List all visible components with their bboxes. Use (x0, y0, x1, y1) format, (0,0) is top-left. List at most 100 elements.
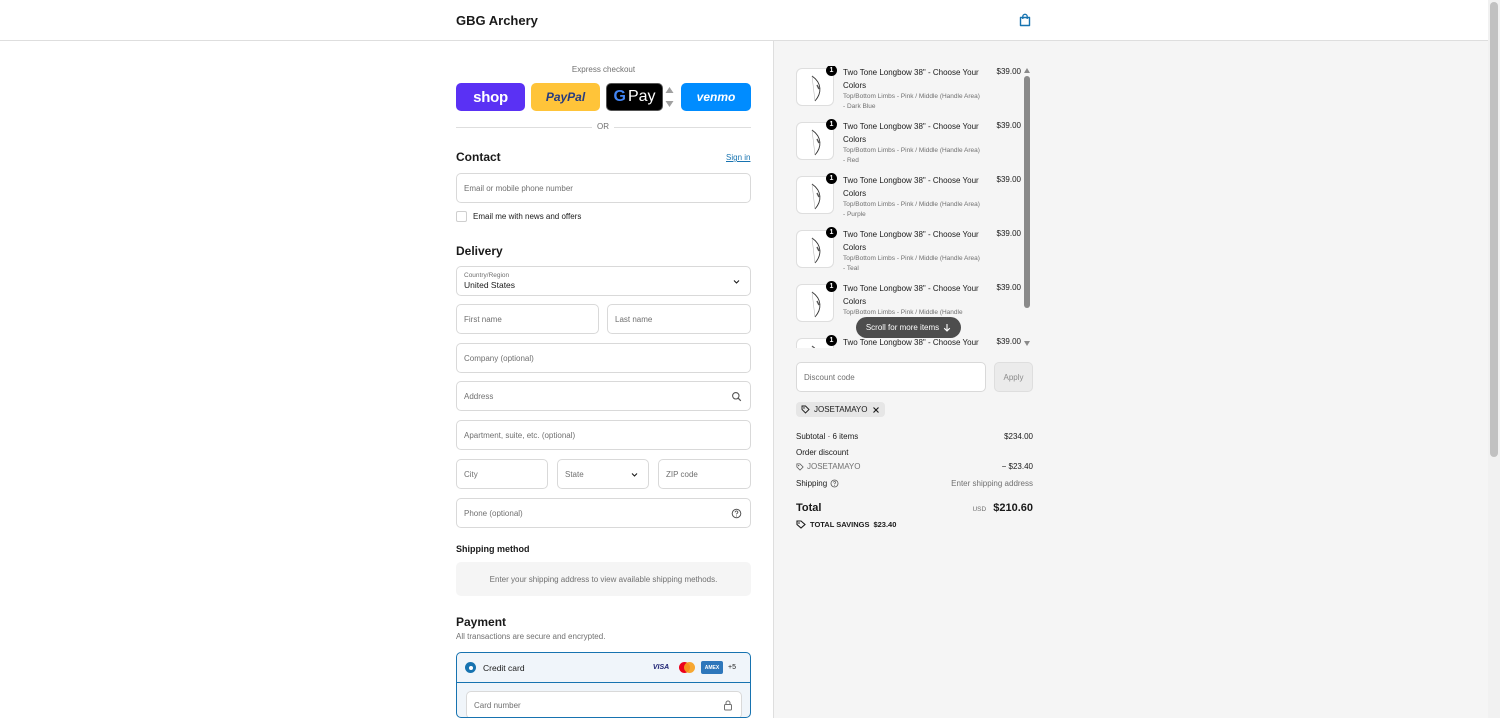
page-scrollbar-thumb[interactable] (1490, 2, 1498, 457)
product-title: Two Tone Longbow 38" - Choose Your Color… (843, 230, 979, 252)
product-title: Two Tone Longbow 38" - Choose Your Color… (843, 284, 979, 306)
first-name-field[interactable]: First name (456, 304, 599, 334)
state-select[interactable]: State (557, 459, 649, 489)
tag-icon (796, 462, 804, 471)
email-field[interactable]: Email or mobile phone number (456, 173, 751, 203)
or-label: OR (592, 122, 614, 131)
address-field[interactable]: Address (456, 381, 751, 411)
scroll-hint-label: Scroll for more items (865, 323, 940, 332)
help-circle-icon[interactable] (731, 508, 742, 519)
country-select[interactable]: Country/Region United States (456, 266, 751, 296)
google-pay-label: Pay (627, 88, 656, 105)
header: GBG Archery (0, 0, 1488, 41)
state-placeholder: State (565, 469, 584, 479)
product-price: $39.00 (996, 121, 1021, 130)
quantity-badge: 1 (826, 66, 837, 76)
currency-code: USD (972, 506, 987, 513)
shipping-method-title: Shipping method (456, 544, 530, 554)
total-label: Total (796, 502, 822, 514)
sign-in-link[interactable]: Sign in (726, 153, 750, 162)
payment-subtitle: All transactions are secure and encrypte… (456, 632, 606, 641)
google-g-icon: G (613, 88, 626, 105)
search-icon (732, 392, 742, 402)
shipping-label-group: Shipping (796, 479, 839, 488)
quantity-badge: 1 (826, 335, 837, 346)
apply-discount-button[interactable]: Apply (994, 362, 1033, 392)
cart-item: 1 Two Tone Longbow 38" - Choose Your Colo… (796, 227, 1024, 282)
paypal-button[interactable]: PayPal (531, 83, 600, 111)
city-field[interactable]: City (456, 459, 548, 489)
quantity-badge: 1 (826, 227, 837, 238)
card-logos: VISA AMEX +5 (651, 661, 736, 674)
subtotal-label: Subtotal · 6 items (796, 432, 859, 441)
shipping-methods-placeholder: Enter your shipping address to view avai… (456, 562, 751, 596)
arrow-down-icon (943, 324, 951, 332)
scroll-for-more-button[interactable]: Scroll for more items (856, 317, 961, 338)
mastercard-icon (676, 661, 696, 674)
order-discount-code-row: JOSETAMAYO − $23.40 (796, 462, 1033, 471)
cart-item: 1 Two Tone Longbow 38" - Choose Your Colo… (796, 66, 1024, 120)
page-scrollbar[interactable] (1488, 0, 1500, 718)
total-savings: TOTAL SAVINGS $23.40 (796, 520, 896, 529)
order-discount-code: JOSETAMAYO (796, 462, 861, 471)
product-price: $39.00 (996, 229, 1021, 238)
discount-code-field[interactable]: Discount code (796, 362, 986, 392)
credit-card-option[interactable]: Credit card VISA AMEX +5 Card number (456, 652, 751, 718)
zip-field[interactable]: ZIP code (658, 459, 751, 489)
credit-card-radio[interactable] (465, 662, 476, 673)
quantity-badge: 1 (826, 281, 837, 292)
product-title: Two Tone Longbow 38" - Choose Your (843, 338, 979, 347)
order-discount-label: Order discount (796, 448, 849, 457)
payment-title: Payment (456, 615, 507, 629)
help-circle-icon[interactable] (830, 479, 839, 488)
close-icon[interactable] (872, 406, 880, 414)
store-name[interactable]: GBG Archery (456, 13, 538, 28)
phone-field[interactable]: Phone (optional) (456, 498, 751, 528)
shipping-label: Shipping (796, 479, 828, 488)
shipping-value: Enter shipping address (951, 479, 1033, 488)
product-title: Two Tone Longbow 38" - Choose Your Color… (843, 176, 979, 198)
credit-card-header[interactable]: Credit card VISA AMEX +5 (457, 653, 750, 683)
shopping-bag-icon[interactable] (1018, 13, 1032, 27)
product-variant: Top/Bottom Limbs - Pink / Middle (Handle… (843, 147, 980, 164)
product-price: $39.00 (996, 67, 1021, 76)
card-number-placeholder: Card number (474, 700, 521, 710)
phone-placeholder: Phone (optional) (464, 508, 523, 518)
card-number-field[interactable]: Card number (466, 691, 742, 717)
order-discount-code-text: JOSETAMAYO (807, 462, 861, 471)
express-scroll-arrows-icon[interactable] (665, 85, 674, 109)
company-field[interactable]: Company (optional) (456, 343, 751, 373)
product-title: Two Tone Longbow 38" - Choose Your Color… (843, 122, 979, 144)
visa-icon: VISA (652, 664, 670, 671)
tag-icon (801, 405, 810, 414)
news-checkbox[interactable] (456, 211, 467, 222)
items-scrollbar-thumb[interactable] (1024, 76, 1030, 308)
quantity-badge: 1 (826, 119, 837, 130)
address-placeholder: Address (464, 391, 494, 401)
product-variant: Top/Bottom Limbs - Pink / Middle (Handle… (843, 201, 980, 218)
total-value-group: USD $210.60 (972, 502, 1033, 514)
last-name-field[interactable]: Last name (607, 304, 751, 334)
savings-value: $23.40 (873, 520, 897, 529)
savings-label: TOTAL SAVINGS (810, 520, 870, 529)
apartment-field[interactable]: Apartment, suite, etc. (optional) (456, 420, 751, 450)
news-checkbox-row[interactable]: Email me with news and offers (456, 211, 581, 222)
applied-discount-chip: JOSETAMAYO (796, 402, 885, 417)
quantity-badge: 1 (826, 173, 837, 184)
venmo-button[interactable]: venmo (681, 83, 751, 111)
google-pay-button[interactable]: G Pay (606, 83, 663, 111)
shop-pay-button[interactable]: shop (456, 83, 525, 111)
product-title: Two Tone Longbow 38" - Choose Your Color… (843, 68, 979, 90)
country-value: United States (464, 280, 516, 290)
product-variant: Top/Bottom Limbs - Pink / Middle (Handle… (843, 255, 980, 272)
amex-icon: AMEX (701, 661, 724, 674)
cart-items-list[interactable]: 1 Two Tone Longbow 38" - Choose Your Colo… (796, 66, 1024, 348)
contact-title: Contact (456, 150, 501, 164)
applied-discount-code: JOSETAMAYO (814, 405, 868, 414)
total-value: $210.60 (993, 502, 1033, 514)
news-checkbox-label: Email me with news and offers (473, 212, 582, 221)
product-price: $39.00 (996, 283, 1021, 292)
subtotal-value: $234.00 (1004, 432, 1033, 441)
express-checkout-title: Express checkout (571, 65, 636, 74)
delivery-title: Delivery (456, 244, 503, 258)
